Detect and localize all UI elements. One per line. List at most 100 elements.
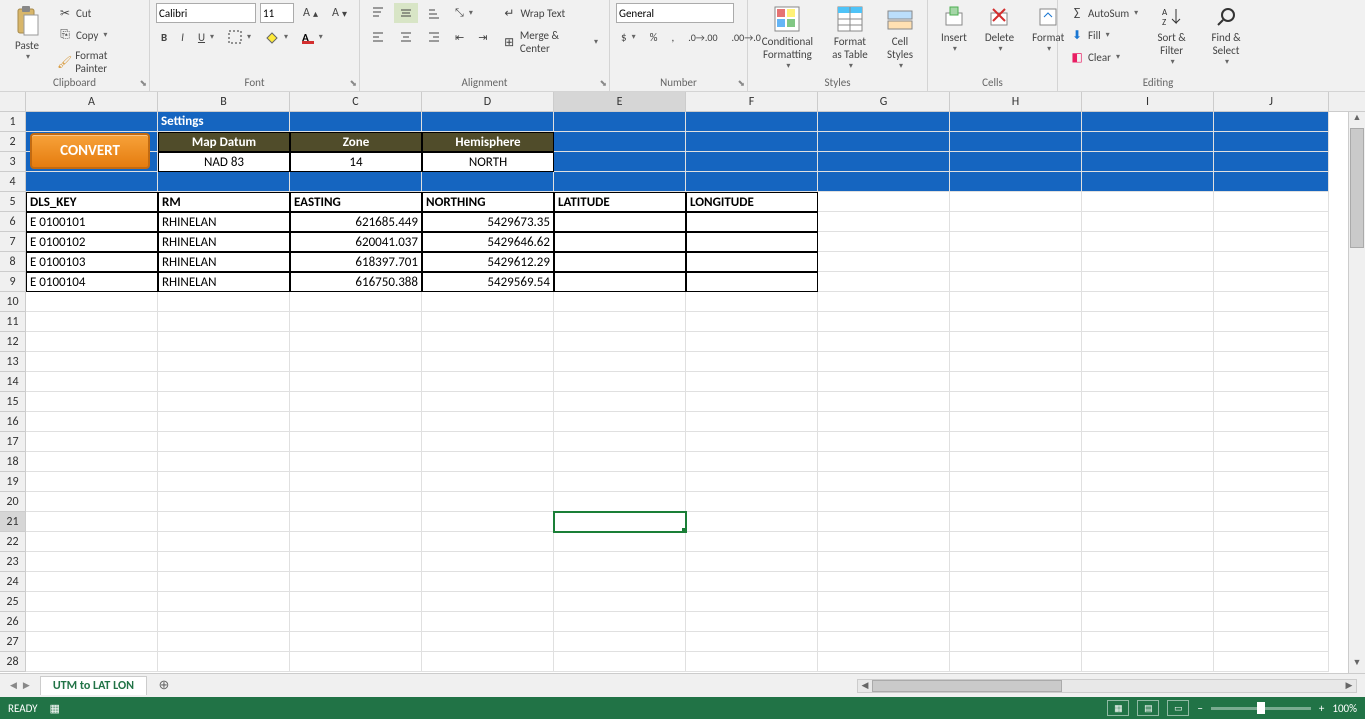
delete-button[interactable]: Delete▾	[978, 2, 1021, 57]
cell[interactable]	[686, 112, 818, 132]
cell[interactable]	[158, 432, 290, 452]
cell[interactable]	[818, 592, 950, 612]
horizontal-scrollbar[interactable]: ◀ ▶	[857, 679, 1357, 693]
cell[interactable]	[26, 292, 158, 312]
cell[interactable]	[422, 352, 554, 372]
cell[interactable]	[158, 452, 290, 472]
row-header[interactable]: 26	[0, 612, 26, 632]
cell[interactable]	[686, 472, 818, 492]
settings-header[interactable]: Hemisphere	[422, 132, 554, 152]
cell[interactable]	[554, 152, 686, 172]
align-center-button[interactable]	[394, 27, 418, 47]
cell[interactable]	[422, 372, 554, 392]
cell[interactable]	[1214, 652, 1329, 672]
cell[interactable]	[950, 252, 1082, 272]
cell[interactable]	[950, 132, 1082, 152]
row-header[interactable]: 2	[0, 132, 26, 152]
cell[interactable]	[1082, 412, 1214, 432]
cell[interactable]	[1214, 572, 1329, 592]
scroll-up-icon[interactable]: ▲	[1353, 112, 1362, 128]
cell[interactable]	[686, 312, 818, 332]
table-cell[interactable]	[686, 272, 818, 292]
cell[interactable]	[290, 412, 422, 432]
row-header[interactable]: 25	[0, 592, 26, 612]
cell[interactable]	[554, 132, 686, 152]
table-cell[interactable]: 621685.449	[290, 212, 422, 232]
settings-header[interactable]: Zone	[290, 132, 422, 152]
cell[interactable]	[158, 632, 290, 652]
cell[interactable]	[1082, 432, 1214, 452]
row-header[interactable]: 9	[0, 272, 26, 292]
cell[interactable]	[818, 152, 950, 172]
cell[interactable]	[26, 172, 158, 192]
cell[interactable]	[686, 552, 818, 572]
cell[interactable]	[290, 312, 422, 332]
paste-button[interactable]: Paste ▾	[6, 2, 48, 65]
cell[interactable]	[1214, 132, 1329, 152]
underline-button[interactable]: U▾	[193, 28, 219, 47]
cell[interactable]	[422, 412, 554, 432]
increase-indent-button[interactable]: ⇥	[473, 28, 492, 47]
cell[interactable]	[422, 172, 554, 192]
font-family-input[interactable]	[156, 3, 256, 23]
row-header[interactable]: 14	[0, 372, 26, 392]
fill-color-button[interactable]: ▾	[260, 27, 293, 47]
table-cell[interactable]: 5429569.54	[422, 272, 554, 292]
cell[interactable]	[26, 452, 158, 472]
cell[interactable]	[26, 532, 158, 552]
cell[interactable]	[1082, 152, 1214, 172]
align-left-button[interactable]	[366, 27, 390, 47]
cell[interactable]	[818, 612, 950, 632]
cell[interactable]	[1214, 272, 1329, 292]
row-header[interactable]: 15	[0, 392, 26, 412]
comma-button[interactable]: ,	[666, 28, 679, 47]
cell[interactable]	[1214, 392, 1329, 412]
row-header[interactable]: 1	[0, 112, 26, 132]
clear-button[interactable]: ◧Clear▾	[1064, 46, 1143, 68]
settings-header[interactable]: Map Datum	[158, 132, 290, 152]
column-header-B[interactable]: B	[158, 92, 290, 111]
cell[interactable]	[290, 372, 422, 392]
cell[interactable]	[26, 472, 158, 492]
insert-button[interactable]: Insert▾	[934, 2, 974, 57]
cell[interactable]	[158, 292, 290, 312]
scroll-left-icon[interactable]: ◀	[858, 680, 872, 691]
wrap-text-button[interactable]: ↵ Wrap Text	[496, 2, 603, 24]
hscroll-thumb[interactable]	[872, 680, 1062, 692]
cell[interactable]	[950, 212, 1082, 232]
cell[interactable]	[950, 432, 1082, 452]
cell[interactable]	[1082, 572, 1214, 592]
cell[interactable]	[422, 532, 554, 552]
cell[interactable]	[818, 432, 950, 452]
cell[interactable]	[554, 472, 686, 492]
table-cell[interactable]	[554, 212, 686, 232]
cell[interactable]	[290, 352, 422, 372]
cell[interactable]	[290, 392, 422, 412]
row-header[interactable]: 3	[0, 152, 26, 172]
cell[interactable]	[26, 392, 158, 412]
table-cell[interactable]: RHINELAN	[158, 232, 290, 252]
cell[interactable]	[950, 372, 1082, 392]
row-header[interactable]: 6	[0, 212, 26, 232]
format-as-table-button[interactable]: Format as Table▾	[825, 2, 875, 74]
cell[interactable]	[158, 572, 290, 592]
cell[interactable]	[290, 292, 422, 312]
cell[interactable]	[422, 612, 554, 632]
cell[interactable]	[1082, 232, 1214, 252]
cell[interactable]	[158, 592, 290, 612]
merge-center-button[interactable]: ⊞ Merge & Center ▾	[496, 26, 603, 58]
cell[interactable]	[1214, 452, 1329, 472]
cell[interactable]	[290, 332, 422, 352]
column-header-I[interactable]: I	[1082, 92, 1214, 111]
cell[interactable]	[686, 632, 818, 652]
cell[interactable]	[1082, 192, 1214, 212]
cell[interactable]	[686, 592, 818, 612]
settings-value[interactable]: 14	[290, 152, 422, 172]
cell[interactable]	[950, 612, 1082, 632]
cell[interactable]	[158, 332, 290, 352]
column-header-H[interactable]: H	[950, 92, 1082, 111]
row-header[interactable]: 10	[0, 292, 26, 312]
cell[interactable]	[290, 512, 422, 532]
cell[interactable]	[1214, 512, 1329, 532]
cell[interactable]	[290, 492, 422, 512]
